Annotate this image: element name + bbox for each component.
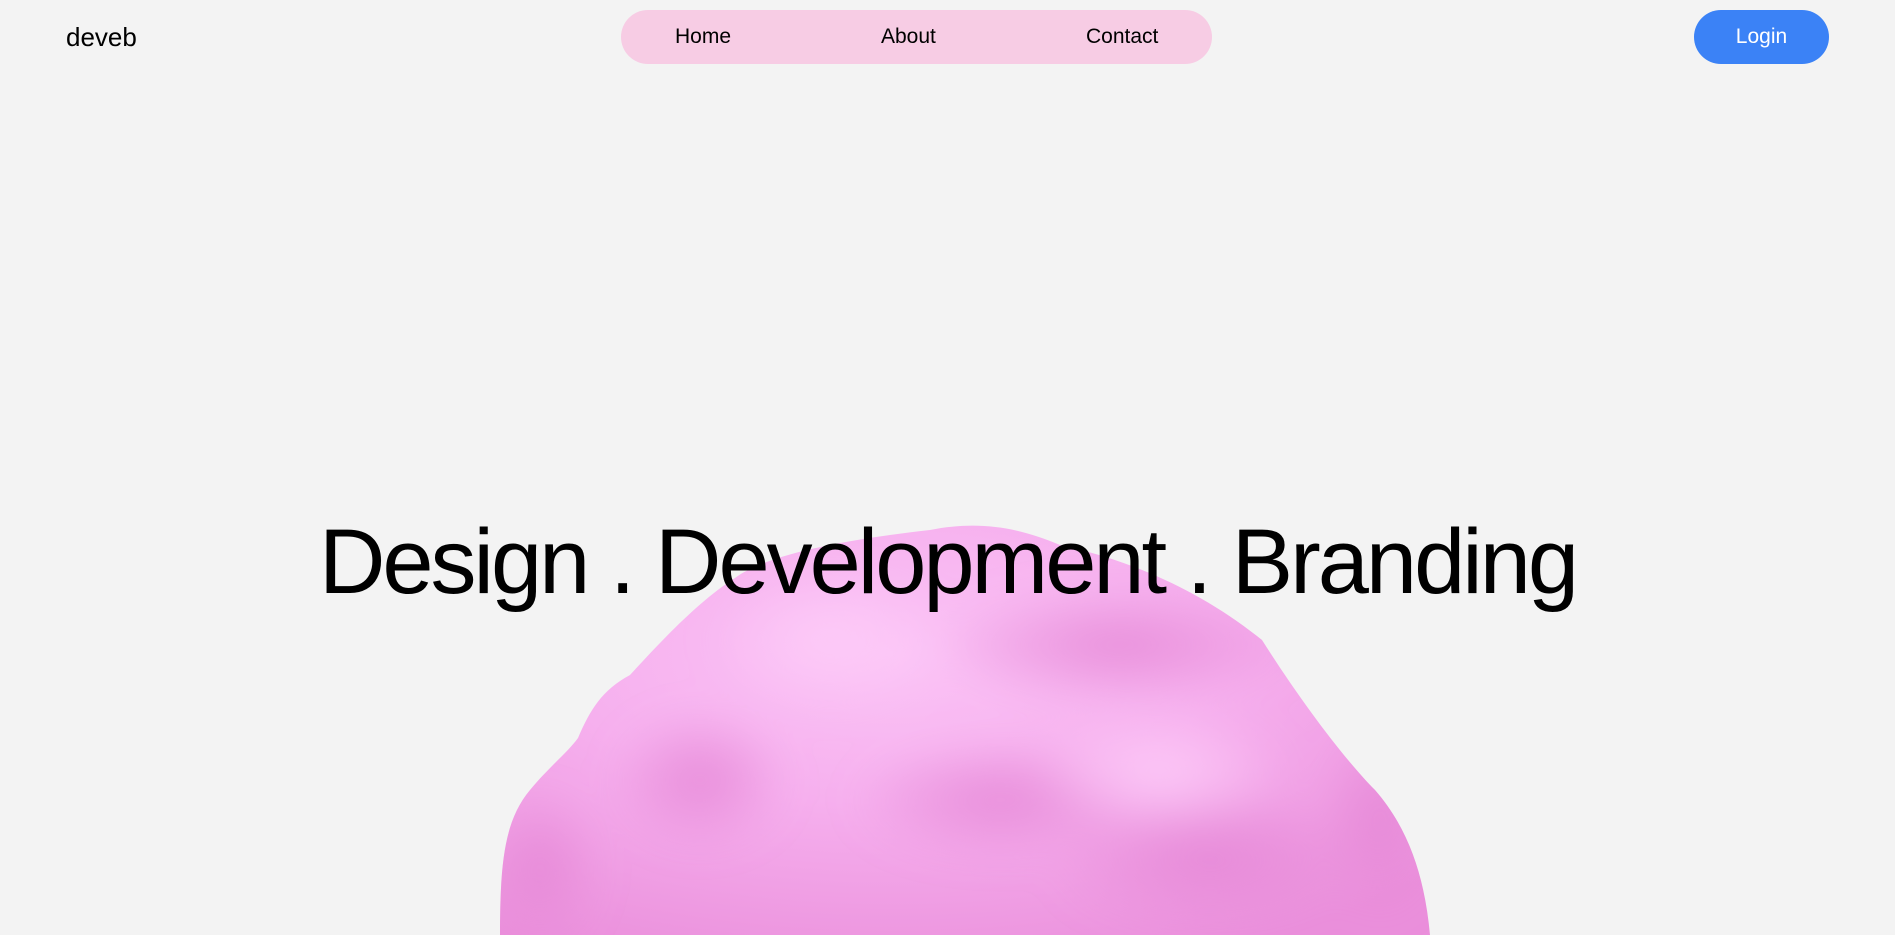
hero-blob-image	[500, 525, 1430, 935]
hero-tagline: Design . Development . Branding	[318, 511, 1579, 613]
